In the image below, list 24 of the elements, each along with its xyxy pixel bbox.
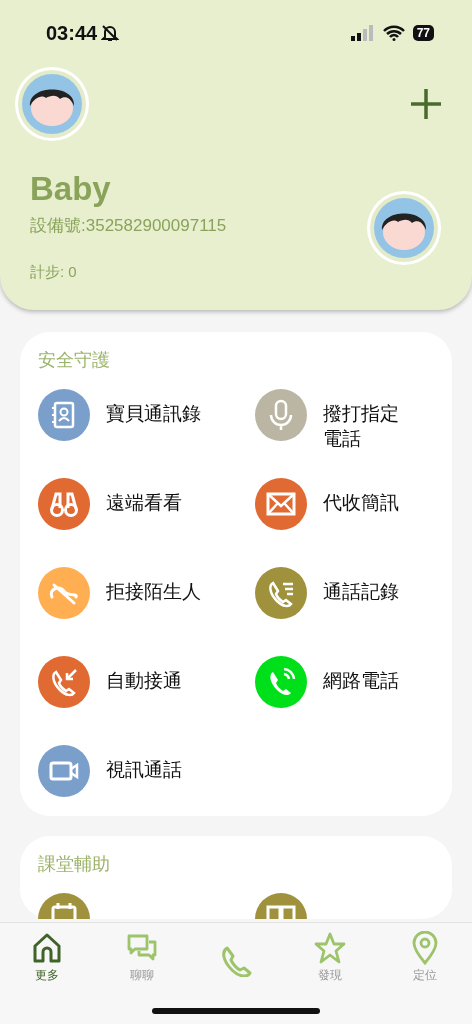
section-title: 課堂輔助: [38, 854, 111, 875]
step-count: 計步: 0: [30, 263, 78, 282]
bell-muted-icon: [101, 24, 120, 42]
feature-button[interactable]: 寶貝通訊錄: [38, 371, 255, 460]
feature-button[interactable]: 撥打指定電話: [255, 371, 410, 460]
home-tab[interactable]: 更多: [0, 931, 95, 984]
avatar[interactable]: [14, 66, 90, 142]
star-icon: [313, 931, 348, 965]
add-icon[interactable]: [410, 88, 442, 120]
status-time: 03:44: [46, 21, 98, 45]
feature-button[interactable]: 代收簡訊: [255, 460, 410, 549]
device-id: 設備號:352582900097115: [30, 215, 227, 237]
child-name: Baby: [30, 170, 112, 208]
wifi-icon: [382, 25, 405, 41]
feature-button[interactable]: 拒接陌生人: [38, 549, 255, 638]
signal-icon: [350, 25, 375, 41]
avatar[interactable]: [366, 190, 442, 266]
feature-button[interactable]: 網路電話: [255, 638, 410, 727]
feature-button[interactable]: 通話記錄: [255, 549, 410, 638]
feature-button[interactable]: 視訊通話: [38, 727, 255, 816]
battery-level: 77: [412, 25, 434, 41]
feature-button[interactable]: 自動接通: [38, 638, 255, 727]
feature-button[interactable]: 遠端看看: [38, 460, 255, 549]
section-title: 安全守護: [38, 350, 111, 371]
